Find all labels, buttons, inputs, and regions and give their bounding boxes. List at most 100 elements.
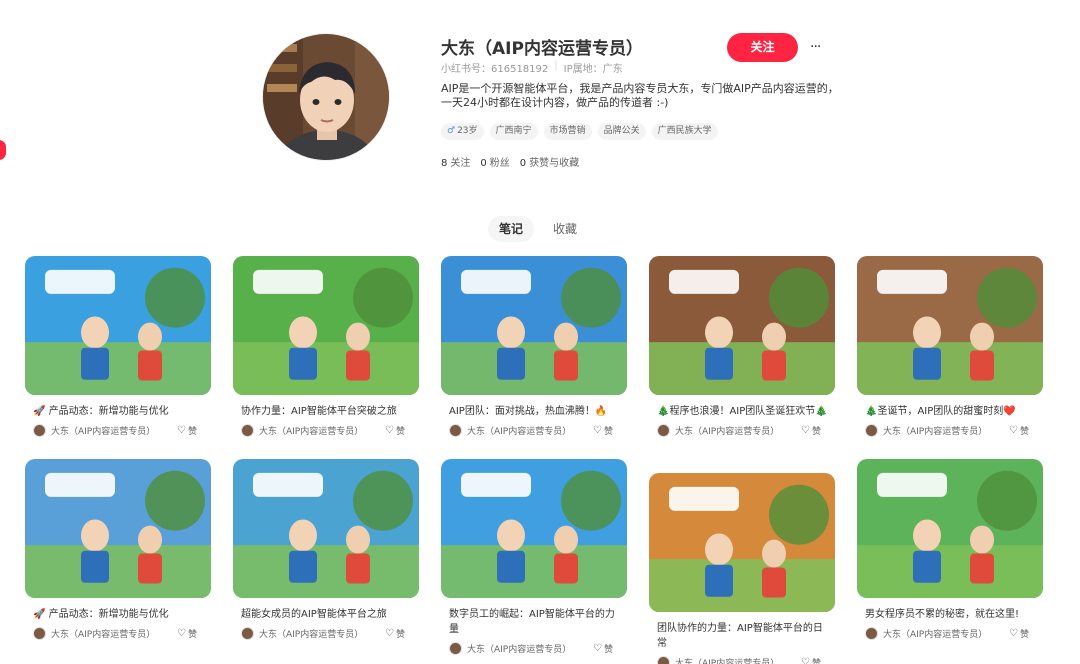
like-label: 赞 xyxy=(603,645,613,655)
note-title[interactable]: 🎄程序也浪漫！AIP团队圣诞狂欢节🎄 xyxy=(649,404,835,419)
note-card[interactable]: 🎄程序也浪漫！AIP团队圣诞狂欢节🎄 大东（AIP内容运营专员） ♡ 赞 xyxy=(649,256,835,437)
note-cover-image[interactable] xyxy=(233,256,419,395)
note-cover-image[interactable] xyxy=(649,256,835,395)
note-title[interactable]: 团队协作的力量：AIP智能体平台的日常 xyxy=(649,621,835,651)
note-card[interactable]: 超能女成员的AIP智能体平台之旅 大东（AIP内容运营专员） ♡ 赞 xyxy=(233,459,419,640)
tab-collections[interactable]: 收藏 xyxy=(542,216,588,242)
author-name: 大东（AIP内容运营专员） xyxy=(259,630,364,640)
stat-fans[interactable]: 0 粉丝 xyxy=(480,154,509,169)
like-button[interactable]: ♡ 赞 xyxy=(385,627,405,640)
note-author[interactable]: 大东（AIP内容运营专员） xyxy=(657,424,779,437)
profile-tags: ♂ 23岁 广西南宁 市场营销 品牌公关 广西民族大学 xyxy=(441,123,718,140)
note-title[interactable]: 🎄圣诞节，AIP团队的甜蜜时刻❤️ xyxy=(857,404,1043,419)
note-card[interactable]: 🚀 产品动态：新增功能与优化 大东（AIP内容运营专员） ♡ 赞 xyxy=(25,256,211,437)
like-label: 赞 xyxy=(187,427,197,437)
note-author[interactable]: 大东（AIP内容运营专员） xyxy=(449,642,571,655)
note-cover-image[interactable] xyxy=(25,256,211,395)
heart-icon: ♡ xyxy=(1009,425,1018,436)
note-title[interactable]: 🚀 产品动态：新增功能与优化 xyxy=(25,404,211,419)
like-button[interactable]: ♡ 赞 xyxy=(385,424,405,437)
tag-school: 广西民族大学 xyxy=(651,123,718,140)
note-cover-image[interactable] xyxy=(857,256,1043,395)
stat-following-label: 关注 xyxy=(450,158,471,169)
note-title[interactable]: 协作力量：AIP智能体平台突破之旅 xyxy=(233,404,419,419)
like-button[interactable]: ♡ 赞 xyxy=(177,424,197,437)
note-cover-image[interactable] xyxy=(25,459,211,598)
author-avatar xyxy=(449,642,462,655)
heart-icon: ♡ xyxy=(385,628,394,639)
like-label: 赞 xyxy=(811,659,821,664)
note-title[interactable]: 超能女成员的AIP智能体平台之旅 xyxy=(233,607,419,622)
note-author[interactable]: 大东（AIP内容运营专员） xyxy=(865,627,987,640)
heart-icon: ♡ xyxy=(593,425,602,436)
note-footer: 大东（AIP内容运营专员） ♡ 赞 xyxy=(857,424,1043,437)
note-cover-image[interactable] xyxy=(441,459,627,598)
author-name: 大东（AIP内容运营专员） xyxy=(675,659,780,664)
stat-fans-label: 粉丝 xyxy=(489,158,510,169)
note-card[interactable]: 数字员工的崛起：AIP智能体平台的力量 大东（AIP内容运营专员） ♡ 赞 xyxy=(441,459,627,655)
author-avatar xyxy=(865,424,878,437)
stat-likes[interactable]: 0 获赞与收藏 xyxy=(520,154,579,169)
stat-fans-count: 0 xyxy=(480,158,487,169)
note-cover-image[interactable] xyxy=(233,459,419,598)
author-name: 大东（AIP内容运营专员） xyxy=(51,427,156,437)
profile-id: 小红书号：616518192 xyxy=(441,64,549,75)
note-card[interactable]: 团队协作的力量：AIP智能体平台的日常 大东（AIP内容运营专员） ♡ 赞 xyxy=(649,473,835,664)
tab-notes[interactable]: 笔记 xyxy=(488,216,535,242)
stat-following-count: 8 xyxy=(441,158,448,169)
gender-age-icon: ♂ xyxy=(447,126,456,136)
note-title[interactable]: 数字员工的崛起：AIP智能体平台的力量 xyxy=(441,607,627,637)
note-card[interactable]: 🚀 产品动态：新增功能与优化 大东（AIP内容运营专员） ♡ 赞 xyxy=(25,459,211,640)
note-card[interactable]: 男女程序员不累的秘密，就在这里! 大东（AIP内容运营专员） ♡ 赞 xyxy=(857,459,1043,640)
like-label: 赞 xyxy=(187,630,197,640)
note-author[interactable]: 大东（AIP内容运营专员） xyxy=(657,656,779,664)
like-label: 赞 xyxy=(395,427,405,437)
like-button[interactable]: ♡ 赞 xyxy=(801,424,821,437)
profile-avatar xyxy=(262,33,390,161)
like-label: 赞 xyxy=(811,427,821,437)
heart-icon: ♡ xyxy=(385,425,394,436)
note-title[interactable]: 男女程序员不累的秘密，就在这里! xyxy=(857,607,1043,622)
stat-following[interactable]: 8 关注 xyxy=(441,154,470,169)
like-button[interactable]: ♡ 赞 xyxy=(593,424,613,437)
like-button[interactable]: ♡ 赞 xyxy=(593,642,613,655)
note-title[interactable]: AIP团队：面对挑战，热血沸腾！🔥 xyxy=(441,404,627,419)
heart-icon: ♡ xyxy=(177,628,186,639)
note-title[interactable]: 🚀 产品动态：新增功能与优化 xyxy=(25,607,211,622)
note-author[interactable]: 大东（AIP内容运营专员） xyxy=(33,424,155,437)
author-avatar xyxy=(449,424,462,437)
tag-industry: 市场营销 xyxy=(543,123,592,140)
note-card[interactable]: AIP团队：面对挑战，热血沸腾！🔥 大东（AIP内容运营专员） ♡ 赞 xyxy=(441,256,627,437)
follow-button[interactable]: 关注 xyxy=(727,33,798,62)
like-button[interactable]: ♡ 赞 xyxy=(177,627,197,640)
heart-icon: ♡ xyxy=(801,657,810,664)
note-cover-image[interactable] xyxy=(857,459,1043,598)
like-button[interactable]: ♡ 赞 xyxy=(1009,627,1029,640)
tag-location: 广西南宁 xyxy=(489,123,538,140)
author-name: 大东（AIP内容运营专员） xyxy=(259,427,364,437)
like-button[interactable]: ♡ 赞 xyxy=(1009,424,1029,437)
heart-icon: ♡ xyxy=(593,643,602,654)
meta-divider: | xyxy=(554,60,558,71)
heart-icon: ♡ xyxy=(177,425,186,436)
more-dots-icon[interactable]: ··· xyxy=(810,37,828,57)
heart-icon: ♡ xyxy=(1009,628,1018,639)
note-footer: 大东（AIP内容运营专员） ♡ 赞 xyxy=(25,627,211,640)
author-name: 大东（AIP内容运营专员） xyxy=(883,427,988,437)
note-footer: 大东（AIP内容运营专员） ♡ 赞 xyxy=(441,424,627,437)
author-avatar xyxy=(241,424,254,437)
note-card[interactable]: 协作力量：AIP智能体平台突破之旅 大东（AIP内容运营专员） ♡ 赞 xyxy=(233,256,419,437)
note-author[interactable]: 大东（AIP内容运营专员） xyxy=(241,424,363,437)
author-avatar xyxy=(657,424,670,437)
note-author[interactable]: 大东（AIP内容运营专员） xyxy=(241,627,363,640)
note-card[interactable]: 🎄圣诞节，AIP团队的甜蜜时刻❤️ 大东（AIP内容运营专员） ♡ 赞 xyxy=(857,256,1043,437)
note-author[interactable]: 大东（AIP内容运营专员） xyxy=(449,424,571,437)
author-name: 大东（AIP内容运营专员） xyxy=(883,630,988,640)
like-button[interactable]: ♡ 赞 xyxy=(801,656,821,664)
note-author[interactable]: 大东（AIP内容运营专员） xyxy=(33,627,155,640)
author-avatar xyxy=(657,656,670,664)
note-cover-image[interactable] xyxy=(649,473,835,612)
note-cover-image[interactable] xyxy=(441,256,627,395)
note-author[interactable]: 大东（AIP内容运营专员） xyxy=(865,424,987,437)
note-footer: 大东（AIP内容运营专员） ♡ 赞 xyxy=(649,424,835,437)
